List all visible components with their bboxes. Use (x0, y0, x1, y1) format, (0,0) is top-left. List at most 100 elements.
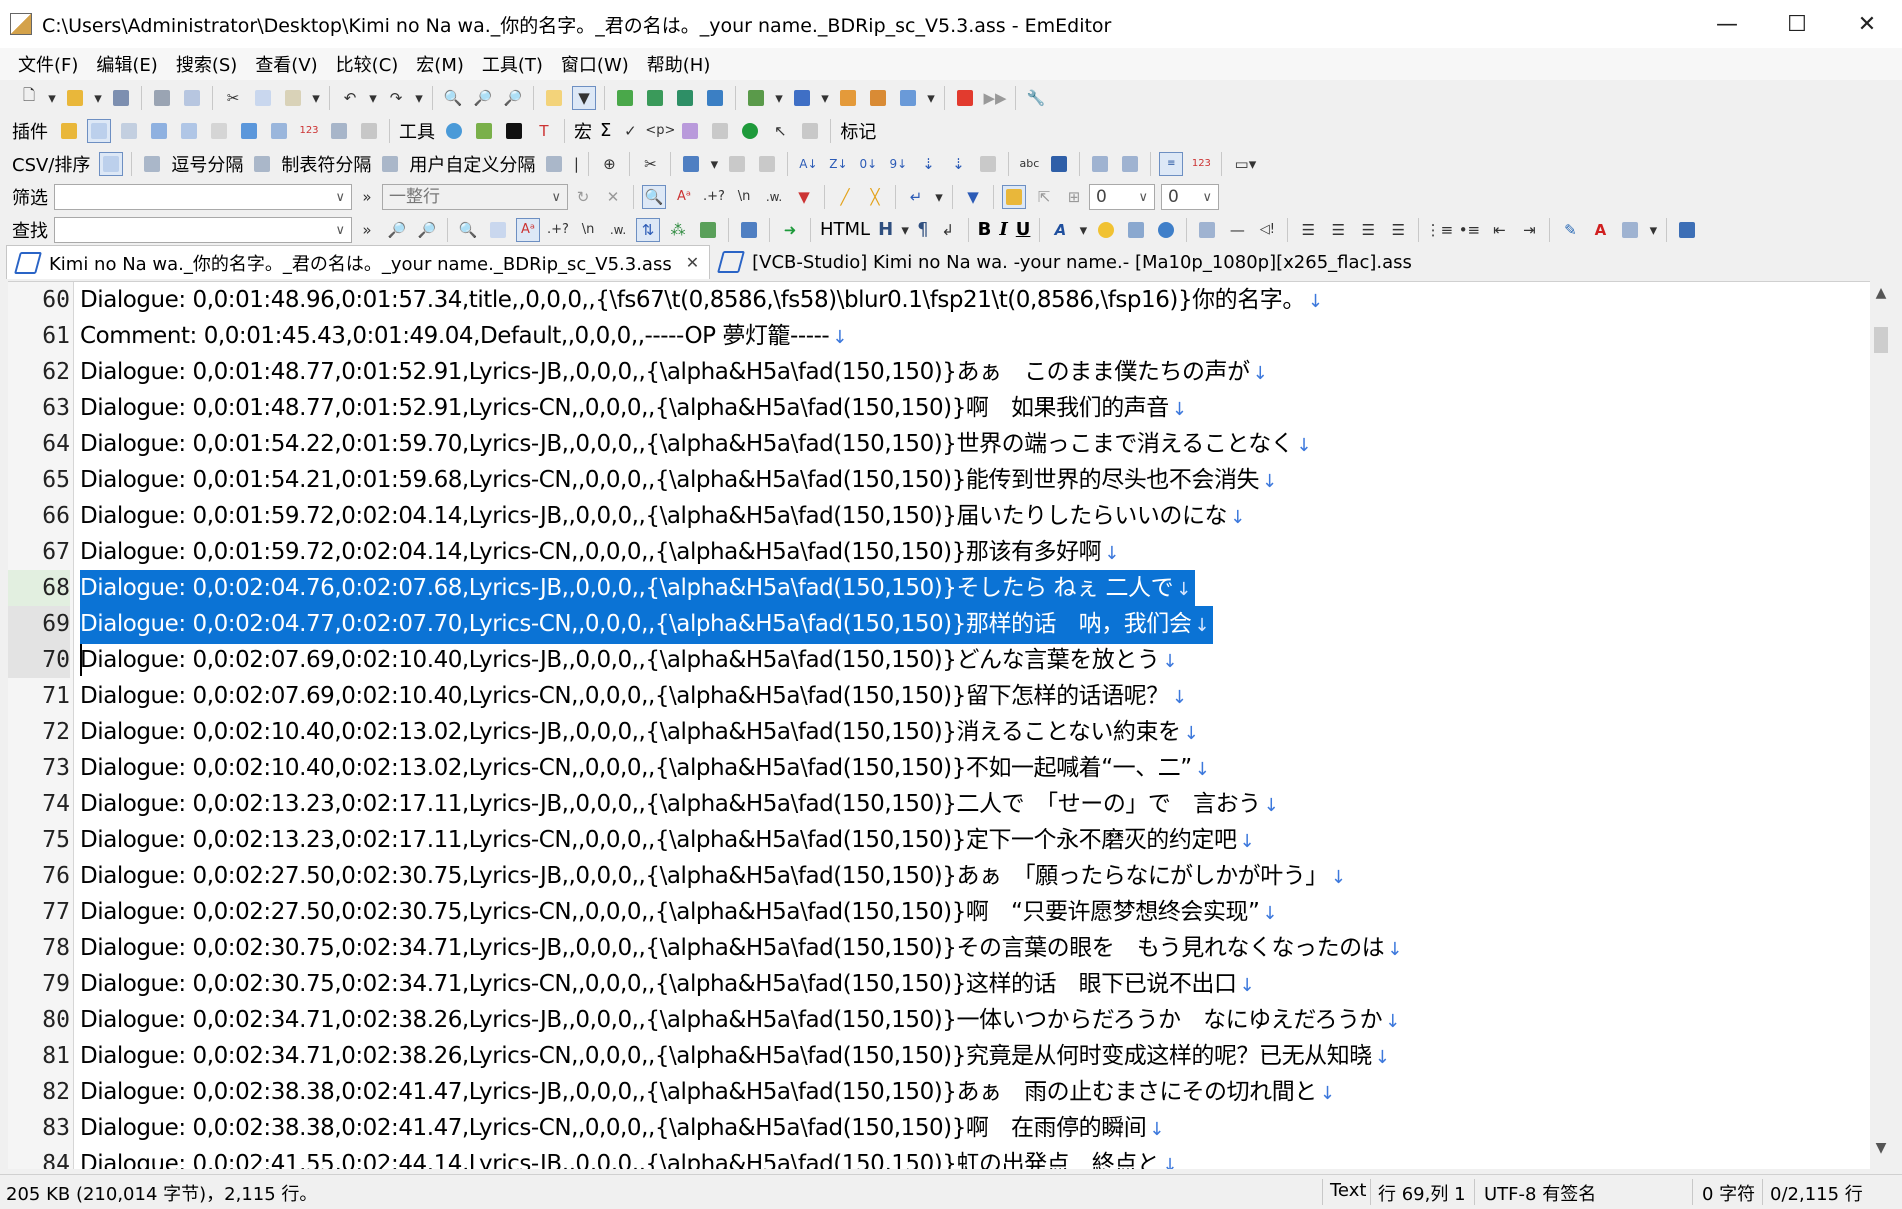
csv-comma-icon[interactable] (140, 152, 164, 176)
menu-help[interactable]: 帮助(H) (638, 51, 720, 77)
dropdown-arrow-icon[interactable]: ▾ (1078, 218, 1088, 242)
macro-check-icon[interactable]: ✓ (618, 119, 642, 143)
image-icon[interactable] (1124, 218, 1148, 242)
menu-edit[interactable]: 编辑(E) (87, 51, 166, 77)
dropdown-arrow-icon[interactable]: ▾ (926, 86, 936, 110)
redo-icon[interactable]: ↷ (384, 86, 408, 110)
sort-9-0-icon[interactable]: 9↓ (886, 152, 910, 176)
tab-current-document[interactable]: Kimi no Na wa._你的名字。_君の名は。_your name._BD… (6, 245, 711, 279)
word-complete-plugin-icon[interactable] (267, 119, 291, 143)
outline-plugin-icon[interactable] (87, 118, 111, 143)
insert-column-icon[interactable]: ⊕ (597, 152, 621, 176)
heading-button[interactable]: H (878, 219, 893, 240)
line-text[interactable]: Dialogue: 0,0:02:38.38,0:02:41.47,Lyrics… (80, 1110, 1168, 1148)
find-in-files-icon[interactable] (542, 86, 566, 110)
filter-negative-icon[interactable]: ▼ (792, 185, 816, 209)
expand-find-icon[interactable]: » (355, 218, 379, 242)
font-icon[interactable]: A (1048, 218, 1072, 242)
editor-line[interactable]: 75 Dialogue: 0,0:02:13.23,0:02:17.11,Lyri… (8, 822, 1870, 858)
csv-comma-button[interactable]: 逗号分隔 (171, 151, 243, 177)
incremental-search-icon[interactable]: ⇅ (636, 217, 660, 242)
list-results-icon[interactable] (696, 218, 720, 242)
editor-line[interactable]: 82 Dialogue: 0,0:02:38.38,0:02:41.47,Lyri… (8, 1074, 1870, 1110)
status-position[interactable]: 行 69,列 1 (1378, 1180, 1466, 1206)
editor-line[interactable]: 72 Dialogue: 0,0:02:10.40,0:02:13.02,Lyri… (8, 714, 1870, 750)
macro-edit-icon[interactable] (798, 119, 822, 143)
ruler-icon[interactable]: 123 (1189, 152, 1213, 176)
menu-search[interactable]: 搜索(S) (167, 51, 246, 77)
editor-line[interactable]: 67 Dialogue: 0,0:01:59.72,0:02:04.14,Lyri… (8, 534, 1870, 570)
dropdown-arrow-icon[interactable]: ▾ (93, 86, 103, 110)
stop-macro-icon[interactable] (953, 86, 977, 110)
scroll-up-icon[interactable]: ▲ (1870, 285, 1892, 309)
bookmark-icon[interactable] (613, 86, 637, 110)
line-text[interactable]: Comment: 0,0:01:45.43,0:01:49.04,Default… (80, 318, 851, 356)
snippets-plugin-icon[interactable] (147, 119, 171, 143)
cursor-icon[interactable]: ↖ (768, 119, 792, 143)
numbered-list-icon[interactable]: ⋮≡ (1426, 218, 1454, 242)
align-right-icon[interactable]: ☰ (1356, 218, 1380, 242)
align-center-icon[interactable]: ☰ (1326, 218, 1350, 242)
column-marker-icon[interactable]: | (572, 152, 580, 176)
checklist-icon[interactable] (896, 86, 920, 110)
line-text[interactable]: Dialogue: 0,0:02:34.71,0:02:38.26,Lyrics… (80, 1002, 1404, 1040)
clear-filter-icon[interactable]: ✕ (601, 185, 625, 209)
dropdown-arrow-icon[interactable]: ▾ (368, 86, 378, 110)
line-text[interactable]: Dialogue: 0,0:02:30.75,0:02:34.71,Lyrics… (80, 930, 1406, 968)
status-mode[interactable]: Text (1330, 1180, 1366, 1201)
dropdown-arrow-icon[interactable]: ▾ (774, 86, 784, 110)
close-search-icon[interactable] (737, 218, 761, 242)
highlight-color-icon[interactable]: ✎ (1558, 218, 1582, 242)
whole-word-icon[interactable]: .w. (606, 218, 630, 242)
word-count-plugin-icon[interactable]: 123 (297, 119, 321, 143)
join-csv-icon[interactable] (725, 152, 749, 176)
save-icon[interactable] (109, 86, 133, 110)
filter-bookmark-icon[interactable]: ⇱ (1032, 185, 1056, 209)
copy-icon[interactable] (251, 86, 275, 110)
find-next-icon[interactable]: 🔎 (415, 218, 439, 242)
html-preview-icon[interactable] (1675, 218, 1699, 242)
web-preview-plugin-icon[interactable] (237, 119, 261, 143)
new-file-icon[interactable]: 🗋 (17, 86, 41, 110)
context-before-select[interactable]: 0 ∨ (1089, 183, 1155, 210)
editor-line[interactable]: 76 Dialogue: 0,0:02:27.50,0:02:30.75,Lyri… (8, 858, 1870, 894)
find-icon[interactable]: 🔍 (441, 86, 465, 110)
line-text[interactable]: Dialogue: 0,0:02:07.69,0:02:10.40,Lyrics… (80, 642, 1181, 680)
scrollbar-thumb[interactable] (1874, 327, 1888, 353)
line-text[interactable]: Dialogue: 0,0:02:10.40,0:02:13.02,Lyrics… (80, 750, 1213, 788)
indent-icon[interactable]: ⇥ (1517, 218, 1541, 242)
editor-line[interactable]: 61 Comment: 0,0:01:45.43,0:01:49.04,Defau… (8, 318, 1870, 354)
compare-icon[interactable] (1118, 152, 1142, 176)
select-column-icon[interactable] (679, 152, 703, 176)
emeditor-app-icon[interactable] (10, 13, 32, 35)
line-text[interactable]: Dialogue: 0,0:02:04.77,0:02:07.70,Lyrics… (80, 606, 1214, 644)
filter-whole-word-icon[interactable]: .w. (762, 185, 786, 209)
line-text[interactable]: Dialogue: 0,0:01:59.72,0:02:04.14,Lyrics… (80, 534, 1123, 572)
next-bookmark-icon[interactable] (643, 86, 667, 110)
close-tab-icon[interactable]: ✕ (686, 253, 699, 272)
csv-options-icon[interactable] (542, 152, 566, 176)
underline-button[interactable]: U (1016, 219, 1031, 240)
editor-line[interactable]: 83 Dialogue: 0,0:02:38.38,0:02:41.47,Lyri… (8, 1110, 1870, 1146)
transform-icon[interactable] (678, 119, 702, 143)
editor-line[interactable]: 66 Dialogue: 0,0:01:59.72,0:02:04.14,Lyri… (8, 498, 1870, 534)
chevron-down-icon[interactable]: ∨ (335, 186, 345, 210)
line-text[interactable]: Dialogue: 0,0:01:54.22,0:01:59.70,Lyrics… (80, 426, 1315, 464)
filter-highlight-icon[interactable]: ╱ (833, 185, 857, 209)
find-all-icon[interactable]: ⁂ (666, 218, 690, 242)
editor-line[interactable]: 69 Dialogue: 0,0:02:04.77,0:02:07.70,Lyri… (8, 606, 1870, 644)
editor-line[interactable]: 80 Dialogue: 0,0:02:34.71,0:02:38.26,Lyri… (8, 1002, 1870, 1038)
menu-tools[interactable]: 工具(T) (473, 51, 552, 77)
line-text[interactable]: Dialogue: 0,0:01:48.77,0:01:52.91,Lyrics… (80, 390, 1190, 428)
find-in-selection-icon[interactable] (486, 218, 510, 242)
emoji-icon[interactable] (1094, 218, 1118, 242)
word-wrap-icon[interactable] (744, 86, 768, 110)
paste-icon[interactable] (281, 86, 305, 110)
csv-user-icon[interactable] (378, 152, 402, 176)
filter-escape-icon[interactable]: \n (732, 185, 756, 209)
line-break-icon[interactable]: ↲ (936, 218, 960, 242)
editor-line[interactable]: 65 Dialogue: 0,0:01:54.21,0:01:59.68,Lyri… (8, 462, 1870, 498)
editor-line[interactable]: 78 Dialogue: 0,0:02:30.75,0:02:34.71,Lyri… (8, 930, 1870, 966)
split-cells-icon[interactable]: ✂ (638, 152, 662, 176)
outdent-icon[interactable]: ⇤ (1487, 218, 1511, 242)
